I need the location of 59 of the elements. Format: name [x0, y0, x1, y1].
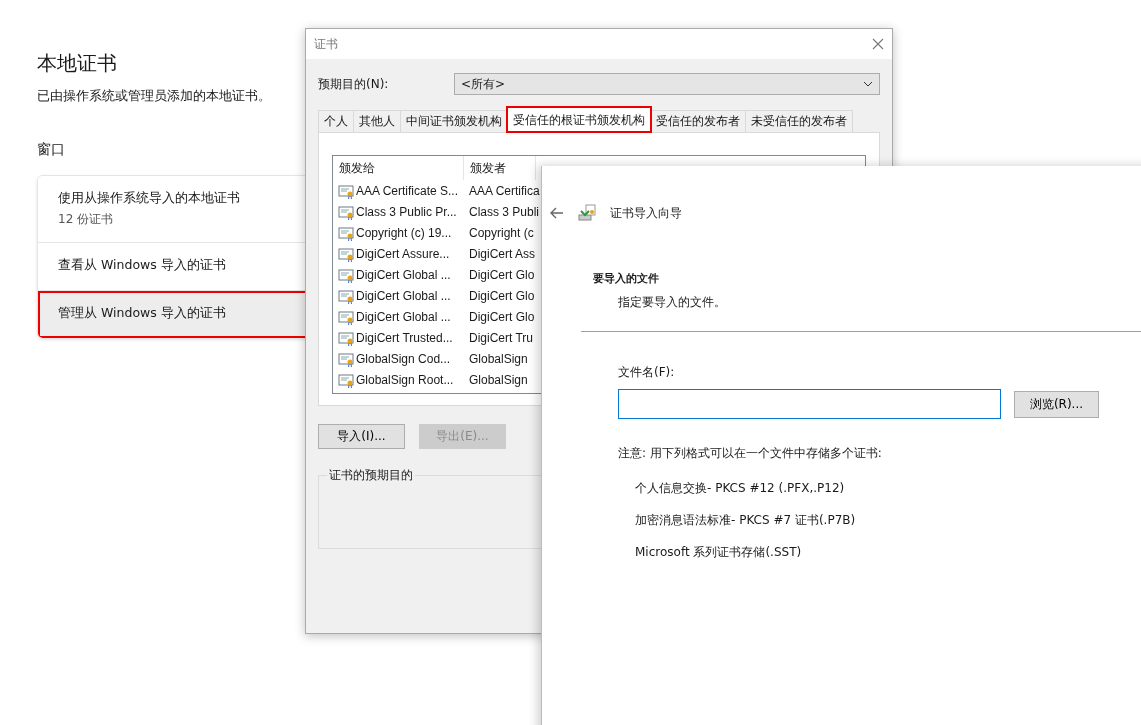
format-item: Microsoft 系列证书存储(.SST) [635, 544, 803, 561]
table-cell: Class 3 Publi [469, 204, 540, 219]
table-cell: DigiCert Global ... [356, 288, 451, 303]
table-cell: GlobalSign Cod... [356, 351, 451, 366]
step-heading: 要导入的文件 [593, 272, 660, 286]
table-cell: Copyright (c [469, 225, 534, 240]
item-sublabel: 12 份证书 [58, 211, 115, 228]
close-icon[interactable] [872, 38, 884, 50]
certificate-icon [338, 245, 354, 262]
dialog-title: 证书 [314, 35, 338, 53]
wizard-title: 证书导入向导 [610, 204, 682, 222]
back-arrow-icon[interactable] [550, 207, 564, 219]
note-text: 注意: 用下列格式可以在一个文件中存储多个证书: [618, 445, 883, 462]
table-cell: AAA Certifica [469, 183, 540, 198]
certificate-icon [338, 371, 354, 388]
table-cell: GlobalSign [469, 351, 528, 366]
table-cell: DigiCert Glo [469, 309, 535, 324]
table-cell: GlobalSign Root... [356, 372, 454, 387]
item-label: 使用从操作系统导入的本地证书 [58, 190, 241, 207]
table-cell: DigiCert Ass [469, 246, 536, 261]
certificate-icon [338, 266, 354, 283]
page-description: 已由操作系统或管理员添加的本地证书。 [37, 88, 272, 105]
certificate-icon [338, 329, 354, 346]
column-header[interactable]: 颁发者 [464, 156, 536, 180]
table-cell: AAA Certificate S... [356, 183, 459, 198]
certificate-icon [338, 308, 354, 325]
table-cell: DigiCert Glo [469, 267, 535, 282]
tab[interactable]: 受信任的根证书颁发机构 [507, 107, 651, 132]
chevron-down-icon [863, 81, 873, 87]
group-label: 证书的预期目的 [328, 467, 414, 484]
table-cell: DigiCert Tru [469, 330, 533, 345]
certificate-icon [338, 203, 354, 220]
table-cell: DigiCert Global ... [356, 267, 451, 282]
column-header[interactable]: 颁发给 [333, 156, 464, 180]
table-cell: GlobalSign [469, 372, 528, 387]
section-heading: 窗口 [37, 141, 66, 159]
tab[interactable]: 未受信任的发布者 [745, 110, 853, 132]
certificate-icon [338, 224, 354, 241]
certificate-icon [338, 350, 354, 367]
page-title: 本地证书 [37, 50, 118, 76]
browse-button[interactable]: 浏览(R)... [1014, 390, 1099, 418]
format-item: 个人信息交换- PKCS #12 (.PFX,.P12) [635, 480, 846, 497]
table-cell: DigiCert Trusted... [356, 330, 453, 345]
tab[interactable]: 个人 [318, 110, 354, 132]
table-cell: Copyright (c) 19... [356, 225, 452, 240]
table-cell: Class 3 Public Pr... [356, 204, 457, 219]
certificate-icon [338, 182, 354, 199]
purpose-dropdown[interactable]: <所有> [454, 73, 880, 95]
dialog-button[interactable]: 导入(I)... [318, 424, 405, 449]
certificate-icon [338, 287, 354, 304]
step-description: 指定要导入的文件。 [618, 294, 727, 311]
file-name-label: 文件名(F): [618, 364, 676, 381]
table-cell: DigiCert Glo [469, 288, 535, 303]
purpose-label: 预期目的(N): [318, 75, 389, 93]
format-item: 加密消息语法标准- PKCS #7 证书(.P7B) [635, 512, 857, 529]
table-cell: DigiCert Global ... [356, 309, 451, 324]
table-cell: DigiCert Assure... [356, 246, 450, 261]
file-name-field[interactable] [618, 389, 1001, 419]
certificate-import-icon [578, 204, 596, 222]
